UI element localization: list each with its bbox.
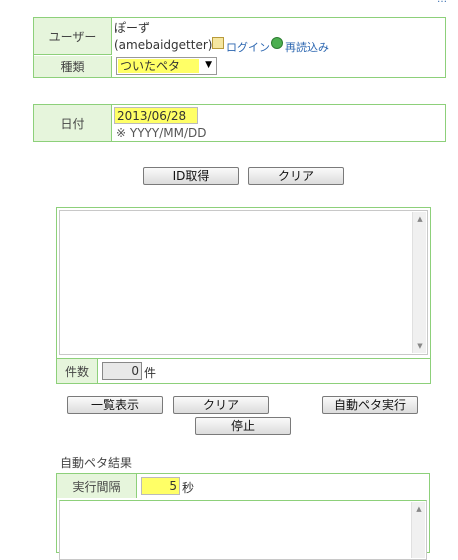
interval-input[interactable]: 5 (141, 477, 180, 495)
result-scrollbar[interactable]: ▲ (411, 502, 425, 558)
interval-unit: 秒 (182, 481, 195, 495)
result-textarea[interactable]: ▲ (59, 500, 427, 560)
count-label: 件数 (57, 359, 98, 383)
date-format-hint: ※ YYYY/MM/DD (116, 126, 207, 140)
stop-button[interactable]: 停止 (195, 417, 291, 435)
id-list-panel: ▲ ▼ 件数 0 件 (56, 207, 431, 384)
date-input[interactable]: 2013/06/28 (114, 107, 198, 124)
user-info: ぽーず (amebaidgetter) ログイン 再読込み (114, 19, 444, 55)
user-kind-table: ユーザー ぽーず (amebaidgetter) ログイン 再読込み 種類 つい… (33, 17, 446, 78)
login-icon (212, 37, 224, 49)
user-id: (amebaidgetter) (114, 38, 213, 52)
id-list-scrollbar[interactable]: ▲ ▼ (412, 212, 426, 353)
clear-button[interactable]: クリア (248, 167, 344, 185)
kind-selected-value: ついたペタ (118, 59, 199, 73)
user-label: ユーザー (34, 18, 112, 55)
id-list-textarea[interactable]: ▲ ▼ (59, 210, 428, 355)
date-table: 日付 2013/06/28 ※ YYYY/MM/DD (33, 104, 446, 142)
auto-peta-button[interactable]: 自動ペタ実行 (322, 396, 418, 414)
result-scroll-up-icon[interactable]: ▲ (412, 505, 426, 513)
list-display-button[interactable]: 一覧表示 (67, 396, 163, 414)
login-link[interactable]: ログイン (226, 39, 270, 55)
count-unit: 件 (144, 366, 157, 380)
count-field: 0 (102, 362, 142, 380)
result-panel: 実行間隔 5 秒 ▲ (56, 473, 430, 560)
kind-select[interactable]: ついたペタ ▼ (116, 57, 217, 75)
date-label: 日付 (34, 105, 112, 141)
top-corner-fragment: … (437, 0, 447, 5)
clear-list-button[interactable]: クリア (173, 396, 269, 414)
scroll-down-icon[interactable]: ▼ (413, 342, 427, 350)
count-row: 件数 0 件 (57, 358, 430, 383)
get-id-button[interactable]: ID取得 (143, 167, 239, 185)
scroll-up-icon[interactable]: ▲ (413, 215, 427, 223)
kind-label: 種類 (34, 56, 112, 77)
interval-label: 実行間隔 (57, 474, 137, 498)
result-heading: 自動ペタ結果 (60, 456, 133, 470)
reload-icon (271, 37, 283, 49)
chevron-down-icon: ▼ (205, 60, 212, 70)
reload-link[interactable]: 再読込み (285, 39, 329, 55)
user-name: ぽーず (114, 21, 151, 35)
